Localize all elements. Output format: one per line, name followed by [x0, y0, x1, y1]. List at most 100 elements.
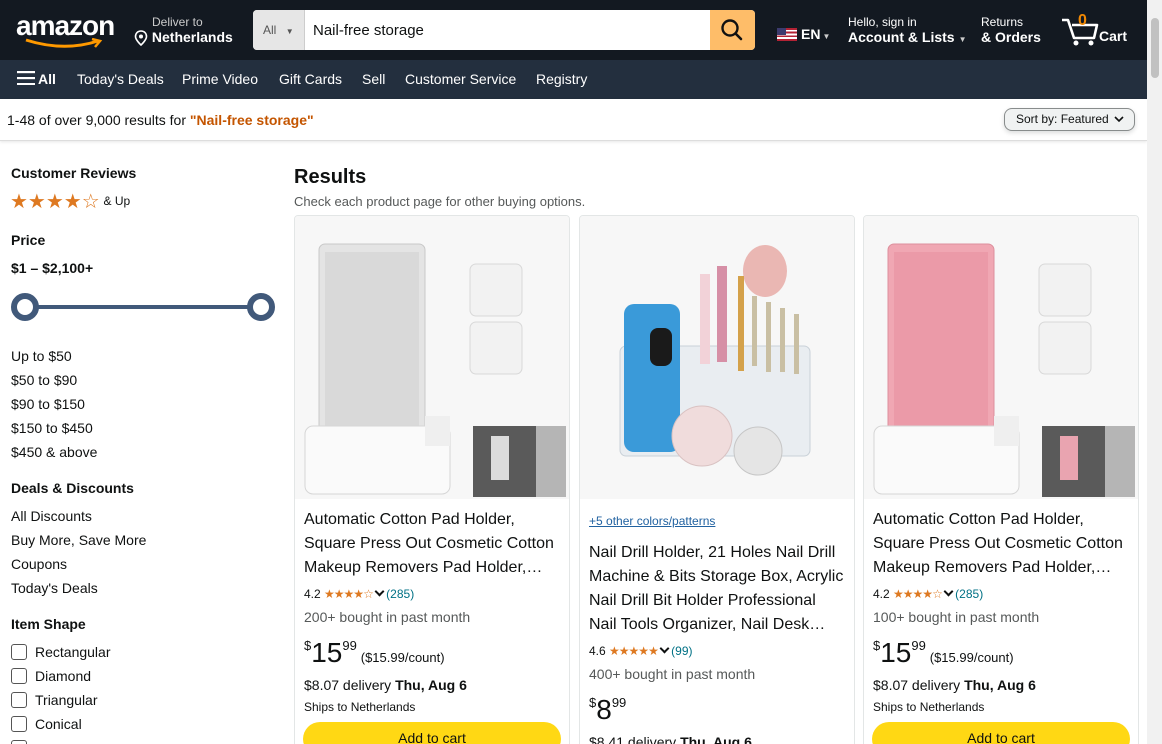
price-whole: 8 — [596, 694, 612, 725]
product-rating[interactable]: 4.6 ★★★★★ (99) — [589, 643, 693, 658]
price-link-up-to-50[interactable]: Up to $50 — [11, 348, 72, 364]
rating-value: 4.2 — [873, 587, 890, 601]
price-link-150-450[interactable]: $150 to $450 — [11, 420, 93, 436]
cart-label: Cart — [1099, 28, 1128, 44]
product-card: +5 other colors/patterns Nail Drill Hold… — [579, 215, 855, 744]
add-to-cart-button[interactable]: Add to cart — [303, 722, 561, 744]
chevron-down-icon — [1114, 116, 1124, 123]
item-shape-heading: Item Shape — [11, 616, 86, 632]
sort-dropdown[interactable]: Sort by: Featured — [1004, 108, 1135, 131]
search-category-select[interactable]: All ▼ — [253, 10, 305, 50]
review-count[interactable]: (99) — [671, 644, 692, 658]
price-whole: 15 — [880, 637, 912, 668]
more-colors-link[interactable]: +5 other colors/patterns — [589, 514, 715, 528]
search-button[interactable] — [710, 10, 755, 50]
product-price[interactable]: $1599 ($15.99/count) — [873, 637, 1014, 669]
shape-label-triangular[interactable]: Triangular — [35, 692, 98, 708]
product-title-link[interactable]: Automatic Cotton Pad Holder, Square Pres… — [873, 508, 1131, 580]
deals-heading: Deals & Discounts — [11, 480, 134, 496]
amazon-logo[interactable]: amazon — [16, 12, 116, 52]
delivery-date: Thu, Aug 6 — [395, 677, 467, 693]
review-count[interactable]: (285) — [955, 587, 983, 601]
nav-all-label: All — [38, 71, 56, 87]
deliver-to[interactable]: Deliver to Netherlands — [134, 15, 244, 47]
cart-button[interactable]: 0 Cart — [1060, 12, 1140, 48]
nav-all-menu[interactable]: All — [17, 71, 56, 87]
nav-item-todays-deals[interactable]: Today's Deals — [77, 71, 164, 87]
deliver-label: Deliver to — [152, 15, 203, 29]
account-greeting: Hello, sign in — [848, 15, 917, 29]
chevron-down-icon — [374, 586, 385, 597]
unit-price: ($15.99/count) — [360, 650, 445, 665]
dropdown-arrow-icon: ▼ — [958, 35, 967, 44]
add-to-cart-button[interactable]: Add to cart — [872, 722, 1130, 744]
search-category-label: All — [263, 23, 277, 37]
language-selector[interactable]: EN ▼ — [777, 26, 830, 42]
logo-smile-icon — [25, 38, 103, 48]
delivery-price: $8.07 delivery — [304, 677, 396, 693]
sort-value: Featured — [1060, 112, 1109, 126]
price-slider-min-handle[interactable] — [11, 293, 39, 321]
results-subheading: Check each product page for other buying… — [294, 194, 586, 209]
product-card: Automatic Cotton Pad Holder, Square Pres… — [863, 215, 1139, 744]
product-rating[interactable]: 4.2 ★★★★☆ (285) — [304, 586, 414, 601]
rating-filter-4-up[interactable]: ★★★★☆ & Up — [10, 189, 130, 214]
scrollbar-thumb[interactable] — [1151, 18, 1159, 78]
price-fraction: 99 — [911, 638, 926, 653]
deals-link-todays-deals[interactable]: Today's Deals — [11, 580, 98, 596]
nav-item-gift-cards[interactable]: Gift Cards — [279, 71, 342, 87]
product-price[interactable]: $1599 ($15.99/count) — [304, 637, 445, 669]
product-price[interactable]: $899 — [589, 694, 626, 726]
nav-item-customer-service[interactable]: Customer Service — [405, 71, 516, 87]
shape-checkbox-next[interactable] — [11, 740, 27, 744]
logo-text: amazon — [16, 10, 115, 41]
shape-checkbox-triangular[interactable] — [11, 692, 27, 708]
deals-link-buy-more[interactable]: Buy More, Save More — [11, 532, 146, 548]
review-count[interactable]: (285) — [386, 587, 414, 601]
rating-value: 4.2 — [304, 587, 321, 601]
nav-item-sell[interactable]: Sell — [362, 71, 385, 87]
search-input[interactable] — [305, 10, 710, 50]
bought-info: 200+ bought in past month — [304, 609, 471, 625]
nav-item-registry[interactable]: Registry — [536, 71, 587, 87]
price-slider-track[interactable] — [25, 305, 261, 309]
rating-stars: ★★★★★ — [609, 644, 659, 658]
price-link-90-150[interactable]: $90 to $150 — [11, 396, 85, 412]
delivery-date: Thu, Aug 6 — [680, 734, 752, 744]
deals-link-coupons[interactable]: Coupons — [11, 556, 67, 572]
product-title-link[interactable]: Automatic Cotton Pad Holder, Square Pres… — [304, 508, 562, 580]
rating-value: 4.6 — [589, 644, 606, 658]
language-code: EN — [801, 26, 821, 42]
shape-label-diamond[interactable]: Diamond — [35, 668, 91, 684]
chevron-down-icon — [943, 586, 954, 597]
price-slider-max-handle[interactable] — [247, 293, 275, 321]
product-image[interactable] — [580, 216, 854, 499]
price-link-50-90[interactable]: $50 to $90 — [11, 372, 77, 388]
results-count-prefix: 1-48 of over 9,000 results for — [7, 112, 190, 128]
product-title-link[interactable]: Nail Drill Holder, 21 Holes Nail Drill M… — [589, 541, 847, 637]
price-range: $1 – $2,100+ — [11, 260, 94, 276]
deals-link-all-discounts[interactable]: All Discounts — [11, 508, 92, 524]
location-pin-icon — [134, 30, 148, 47]
dropdown-arrow-icon: ▼ — [285, 27, 294, 36]
rating-stars: ★★★★☆ — [893, 587, 943, 601]
shape-label-rectangular[interactable]: Rectangular — [35, 644, 111, 660]
returns-orders[interactable]: Returns & Orders — [981, 15, 1041, 45]
product-image[interactable] — [864, 216, 1138, 499]
delivery-price: $8.07 delivery — [873, 677, 965, 693]
ships-to: Ships to Netherlands — [304, 700, 416, 714]
page-scrollbar[interactable] — [1147, 0, 1162, 744]
shape-checkbox-diamond[interactable] — [11, 668, 27, 684]
product-rating[interactable]: 4.2 ★★★★☆ (285) — [873, 586, 983, 601]
shape-checkbox-conical[interactable] — [11, 716, 27, 732]
rating-stars: ★★★★☆ — [10, 191, 100, 213]
delivery-info: $8.07 delivery Thu, Aug 6 — [304, 677, 467, 693]
shape-checkbox-rectangular[interactable] — [11, 644, 27, 660]
product-image[interactable] — [295, 216, 569, 499]
price-link-450-above[interactable]: $450 & above — [11, 444, 97, 460]
account-lists[interactable]: Hello, sign in Account & Lists ▼ — [848, 15, 967, 45]
price-fraction: 99 — [611, 695, 627, 710]
rating-stars: ★★★★☆ — [324, 587, 374, 601]
nav-item-prime-video[interactable]: Prime Video — [182, 71, 258, 87]
shape-label-conical[interactable]: Conical — [35, 716, 82, 732]
